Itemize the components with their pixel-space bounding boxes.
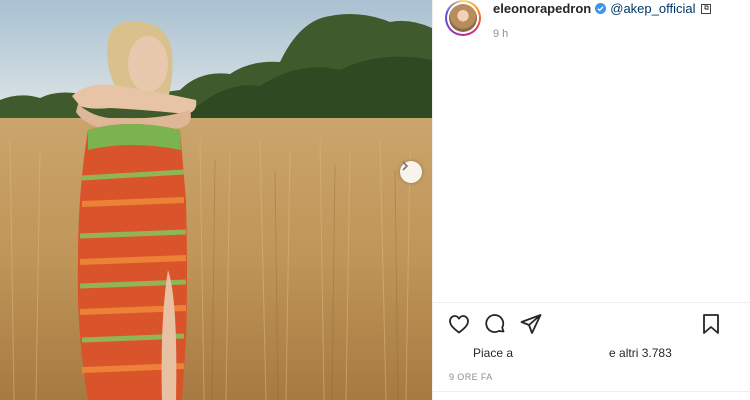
comment-icon[interactable]	[483, 312, 507, 336]
user-line: eleonorapedron @akep_official ⧉	[493, 1, 712, 16]
emoji-glyph: ⧉	[701, 3, 712, 14]
likes-line: Piace a e altri 3.783	[473, 346, 672, 360]
mention-link[interactable]: @akep_official	[610, 1, 695, 16]
post-time: 9 h	[493, 28, 509, 40]
bookmark-icon[interactable]	[699, 312, 723, 336]
paper-plane-icon[interactable]	[519, 312, 543, 336]
likes-count[interactable]: e altri 3.783	[609, 346, 672, 360]
post-header: eleonorapedron @akep_official ⧉ 9 h	[433, 0, 750, 48]
post-photo[interactable]	[0, 0, 432, 400]
action-bar	[447, 312, 543, 336]
photo-scene	[0, 0, 432, 400]
divider-bottom	[433, 391, 750, 392]
post-timestamp: 9 ORE FA	[449, 372, 493, 382]
verified-badge-icon	[595, 3, 607, 14]
heart-icon[interactable]	[447, 312, 471, 336]
next-photo-button[interactable]	[400, 161, 422, 183]
divider	[433, 302, 750, 303]
avatar[interactable]	[445, 0, 481, 36]
likes-prefix: Piace a	[473, 346, 514, 360]
chevron-right-icon	[402, 161, 409, 171]
post-side-panel: eleonorapedron @akep_official ⧉ 9 h Piac…	[432, 0, 750, 400]
avatar-image	[449, 4, 477, 32]
username-link[interactable]: eleonorapedron	[493, 1, 591, 16]
